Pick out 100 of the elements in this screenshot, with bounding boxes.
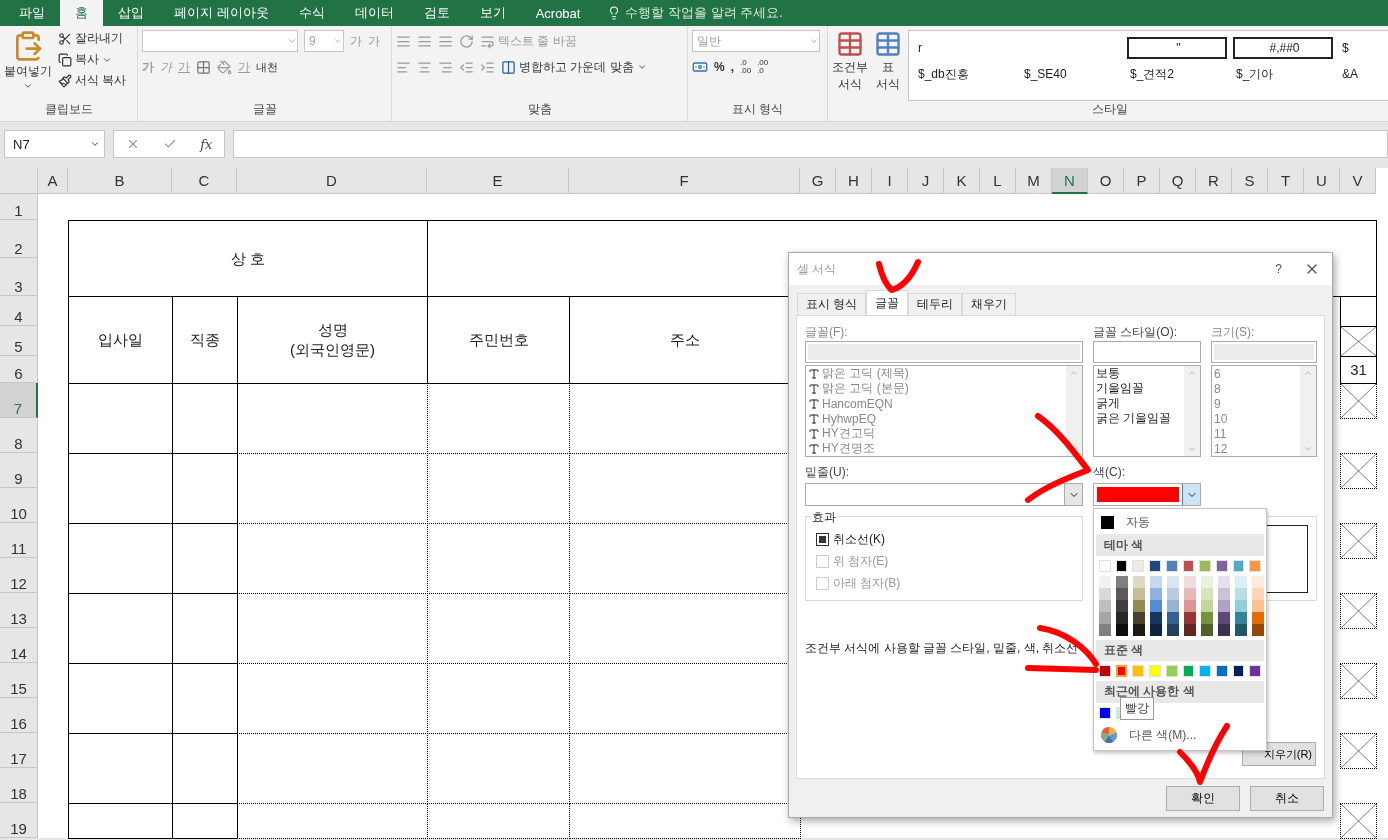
- row-header[interactable]: 4: [0, 296, 38, 326]
- font-size-field[interactable]: [1211, 341, 1317, 363]
- style-item[interactable]: #,##0: [1233, 37, 1333, 59]
- paste-button[interactable]: 붙여넣기: [4, 30, 52, 101]
- middle-align-icon[interactable]: [417, 33, 432, 49]
- ribbon-tab[interactable]: 데이터: [339, 0, 409, 26]
- style-item[interactable]: $_견적2: [1127, 63, 1227, 85]
- row-header[interactable]: 13: [0, 593, 38, 628]
- style-item[interactable]: $_db진흥: [915, 63, 1015, 85]
- column-header[interactable]: A: [38, 168, 68, 194]
- column-header[interactable]: I: [872, 168, 908, 194]
- format-painter-button[interactable]: 서식 복사: [58, 72, 127, 89]
- dialog-tab[interactable]: 글꼴: [866, 290, 909, 315]
- column-header[interactable]: E: [427, 168, 569, 194]
- color-swatch[interactable]: [1252, 575, 1264, 588]
- list-item[interactable]: HyhwpEQ: [808, 411, 1064, 426]
- tell-me-search[interactable]: 수행할 작업을 알려 주세요.: [595, 0, 783, 26]
- column-header[interactable]: D: [237, 168, 427, 194]
- top-align-icon[interactable]: [396, 33, 411, 49]
- ribbon-tab[interactable]: 보기: [464, 0, 521, 26]
- merge-center-button[interactable]: 병합하고 가운데 맞춤: [501, 58, 647, 76]
- row-header[interactable]: 14: [0, 628, 38, 663]
- list-item[interactable]: 10: [1214, 411, 1298, 426]
- style-item[interactable]: &A: [1339, 63, 1379, 85]
- row-header[interactable]: 16: [0, 698, 38, 733]
- ribbon-tab[interactable]: 검토: [408, 0, 465, 26]
- ok-button[interactable]: 확인: [1166, 785, 1240, 811]
- column-header[interactable]: C: [172, 168, 237, 194]
- copy-button[interactable]: 복사: [58, 51, 127, 68]
- color-swatch[interactable]: [1218, 575, 1230, 588]
- cancel-button[interactable]: 취소: [1250, 785, 1324, 811]
- list-item[interactable]: 12: [1214, 441, 1298, 456]
- borders-icon[interactable]: [196, 59, 211, 75]
- scroll-up-icon[interactable]: [1069, 368, 1079, 378]
- orientation-icon[interactable]: [459, 33, 474, 49]
- color-swatch[interactable]: [1116, 575, 1128, 588]
- currency-icon[interactable]: [692, 59, 708, 75]
- select-all-corner[interactable]: [0, 168, 38, 194]
- row-header[interactable]: 12: [0, 558, 38, 593]
- row-header[interactable]: 17: [0, 733, 38, 768]
- style-item[interactable]: $: [1339, 37, 1379, 59]
- list-item[interactable]: 굵은 기울임꼴: [1096, 411, 1182, 426]
- ribbon-tab[interactable]: Acrobat: [520, 0, 596, 26]
- row-header[interactable]: 1: [0, 194, 38, 220]
- align-right-icon[interactable]: [438, 59, 453, 75]
- insert-function-button[interactable]: fx: [200, 136, 213, 152]
- dialog-tab[interactable]: 채우기: [962, 293, 1017, 315]
- row-header[interactable]: 5: [0, 326, 38, 356]
- column-header[interactable]: Q: [1160, 168, 1196, 194]
- font-style-field[interactable]: [1093, 341, 1201, 363]
- column-header[interactable]: T: [1268, 168, 1304, 194]
- color-swatch[interactable]: [1184, 575, 1196, 588]
- help-button[interactable]: ?: [1275, 262, 1282, 276]
- underline-select[interactable]: [805, 483, 1083, 506]
- column-header[interactable]: S: [1232, 168, 1268, 194]
- font-name-field[interactable]: [805, 341, 1083, 363]
- phonetic-button[interactable]: 내천: [256, 59, 278, 75]
- column-header[interactable]: J: [908, 168, 944, 194]
- color-swatch[interactable]: [1150, 575, 1162, 588]
- list-item[interactable]: 11: [1214, 426, 1298, 441]
- row-header[interactable]: 18: [0, 768, 38, 803]
- align-center-icon[interactable]: [417, 59, 432, 75]
- column-header[interactable]: M: [1016, 168, 1052, 194]
- column-header[interactable]: G: [800, 168, 836, 194]
- color-swatch[interactable]: [1235, 575, 1247, 588]
- row-header[interactable]: 15: [0, 663, 38, 698]
- fill-color-icon[interactable]: [217, 59, 232, 75]
- list-item[interactable]: HY견명조: [808, 441, 1064, 456]
- column-header[interactable]: K: [944, 168, 980, 194]
- row-header[interactable]: 3: [0, 258, 38, 296]
- bottom-align-icon[interactable]: [438, 33, 453, 49]
- ribbon-tab[interactable]: 홈: [60, 0, 103, 26]
- column-header[interactable]: H: [836, 168, 872, 194]
- color-select[interactable]: [1093, 483, 1201, 506]
- list-item[interactable]: 8: [1214, 381, 1298, 396]
- scroll-down-icon[interactable]: [1303, 444, 1313, 454]
- style-item[interactable]: $_기아: [1233, 63, 1333, 85]
- style-item[interactable]: $_SE40: [1021, 63, 1121, 85]
- row-header[interactable]: 9: [0, 453, 38, 488]
- scroll-down-icon[interactable]: [1187, 444, 1197, 454]
- ribbon-tab[interactable]: 삽입: [103, 0, 159, 26]
- align-left-icon[interactable]: [396, 59, 411, 75]
- cut-button[interactable]: 잘라내기: [58, 30, 127, 47]
- name-box[interactable]: N7: [4, 130, 105, 158]
- list-item[interactable]: 기울임꼴: [1096, 381, 1182, 396]
- row-header[interactable]: 8: [0, 418, 38, 453]
- list-item[interactable]: HY견고딕: [808, 426, 1064, 441]
- column-header[interactable]: N: [1052, 168, 1088, 194]
- row-header[interactable]: 2: [0, 220, 38, 258]
- list-item[interactable]: 맑은 고딕 (본문): [808, 381, 1064, 396]
- list-item[interactable]: 9: [1214, 396, 1298, 411]
- ribbon-tab[interactable]: 페이지 레이아웃: [159, 0, 284, 26]
- color-swatch[interactable]: [1201, 575, 1213, 588]
- enter-icon[interactable]: [162, 137, 177, 151]
- comma-button[interactable]: ,: [730, 60, 734, 74]
- column-header[interactable]: L: [980, 168, 1016, 194]
- dialog-tab[interactable]: 테두리: [908, 293, 963, 315]
- list-item[interactable]: 굵게: [1096, 396, 1182, 411]
- row-header[interactable]: 7: [0, 383, 38, 418]
- color-swatch[interactable]: [1167, 575, 1179, 588]
